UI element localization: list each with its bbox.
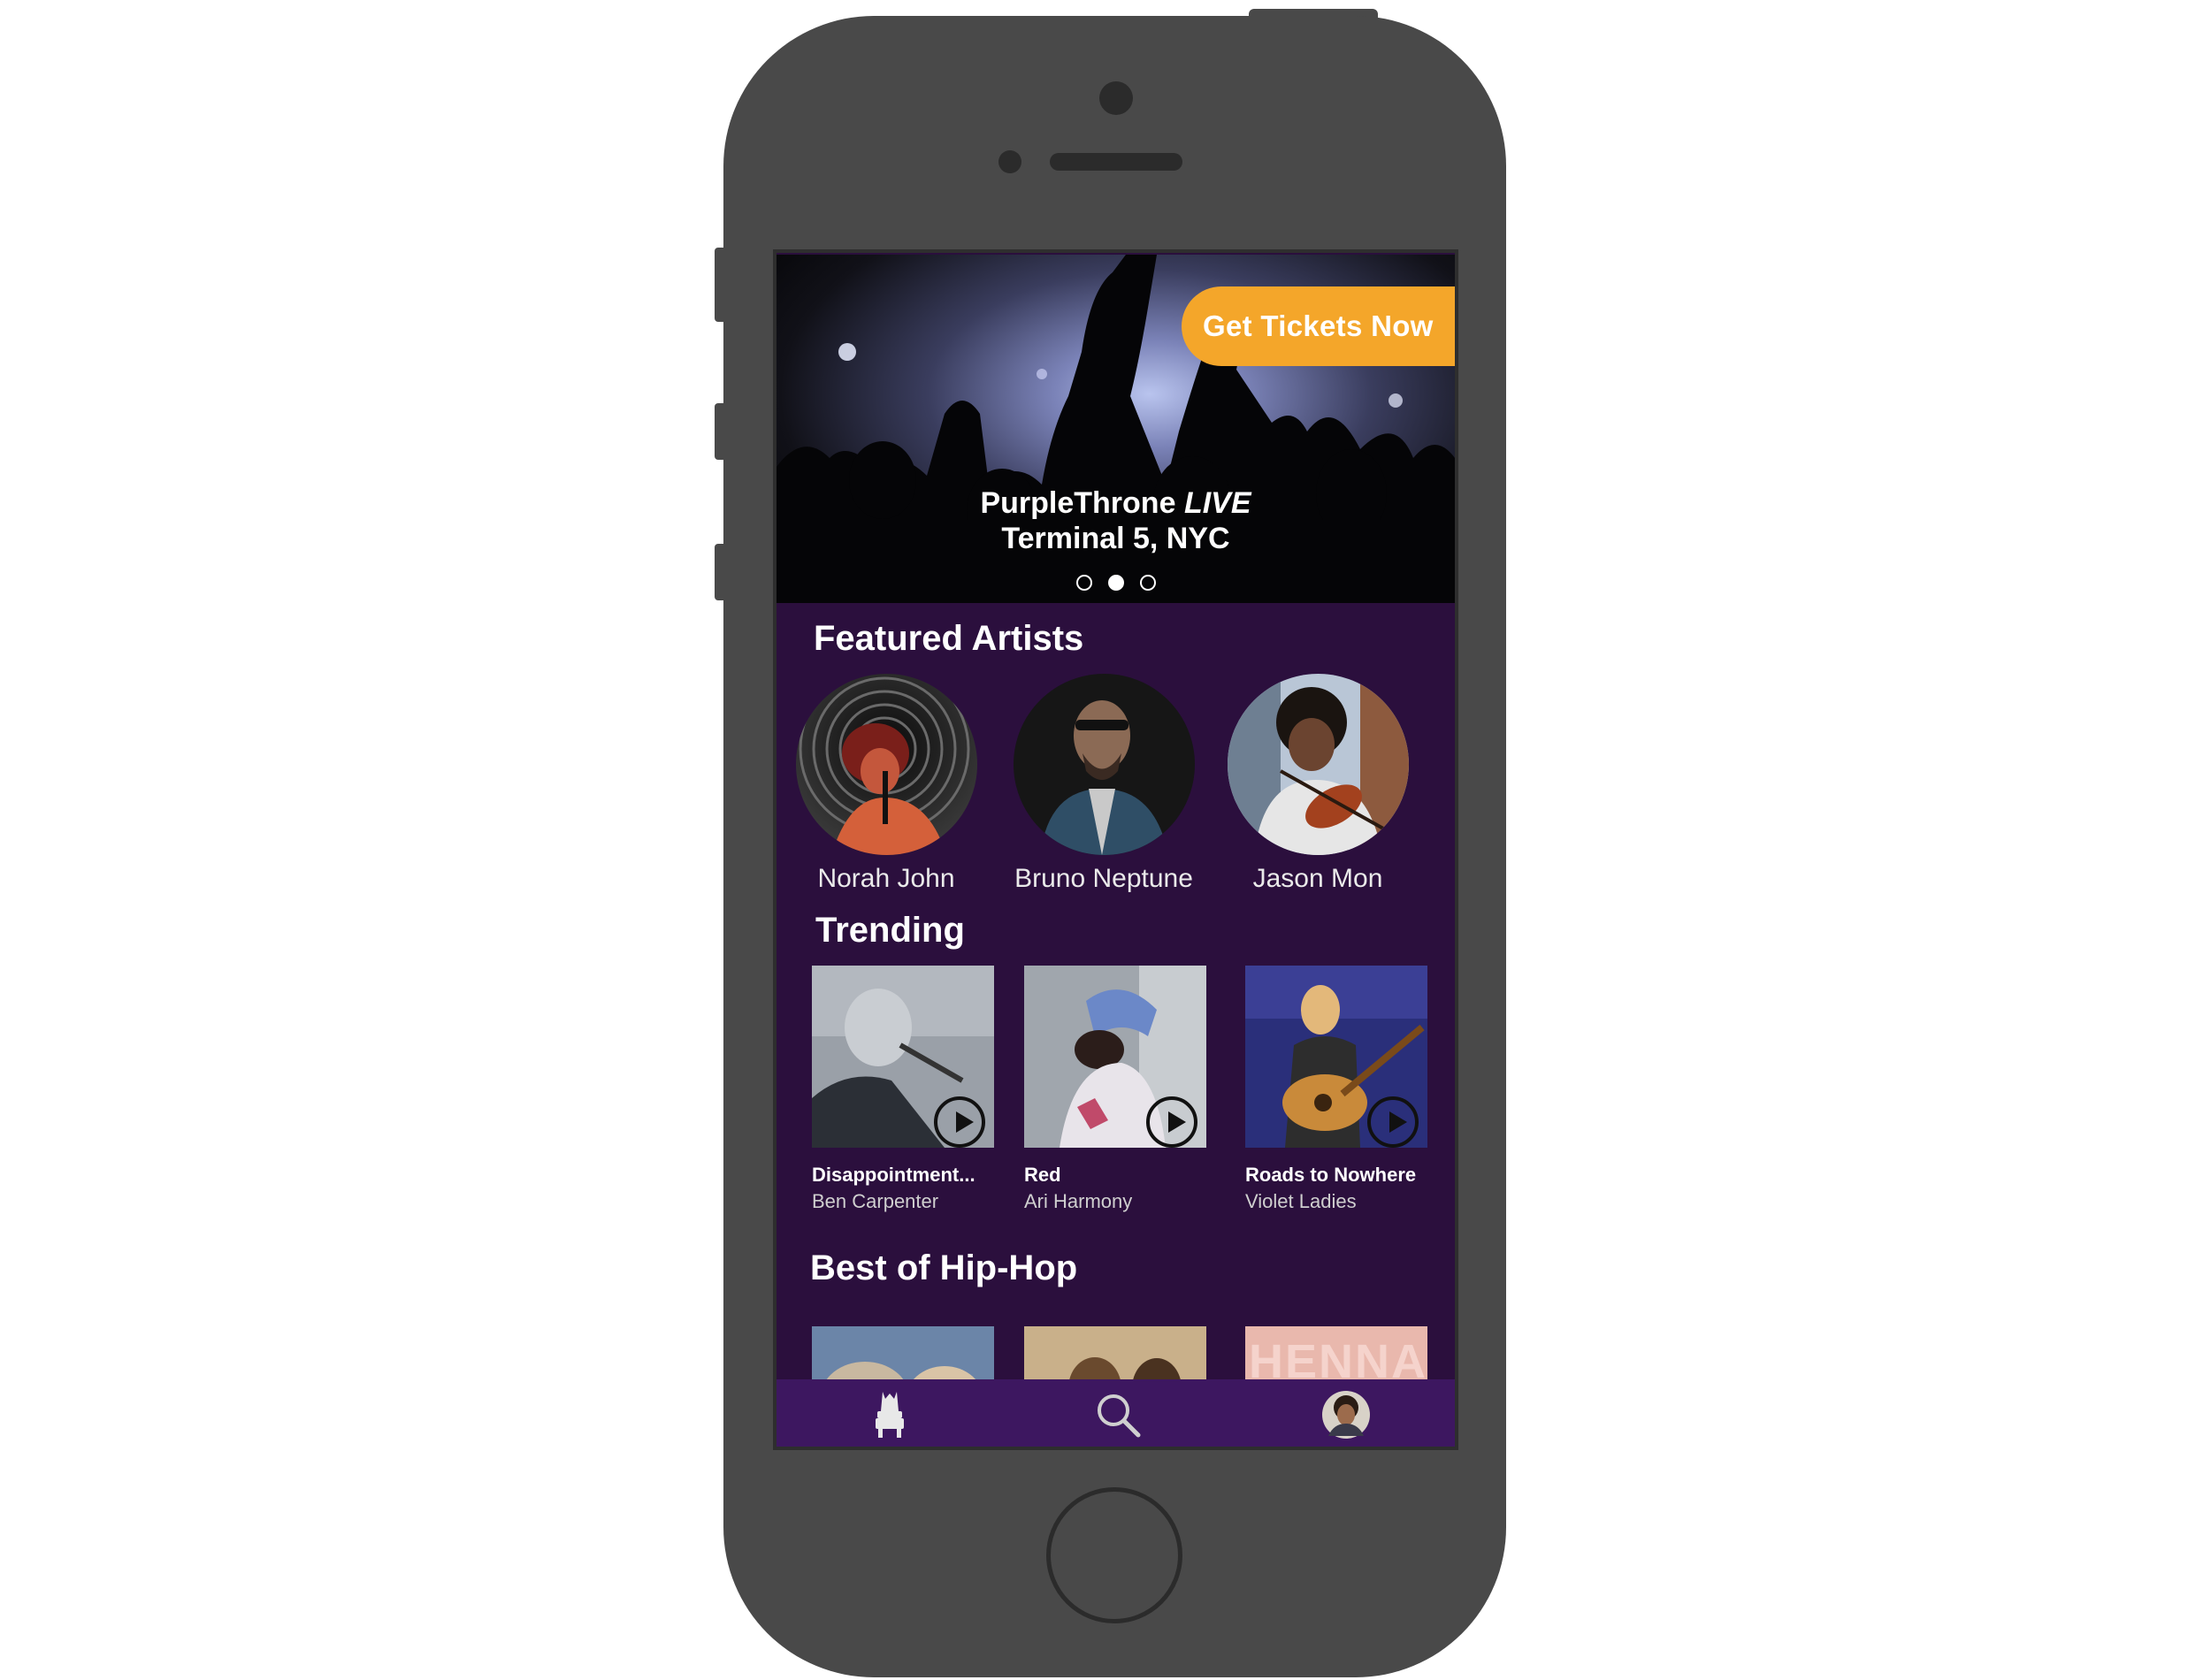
app-screen: Get Tickets Now PurpleThrone LIVE Termin… xyxy=(773,249,1458,1450)
event-name: PurpleThrone xyxy=(980,486,1176,520)
artist-name: Jason Mon xyxy=(1252,864,1383,893)
search-icon[interactable] xyxy=(1091,1388,1144,1441)
get-tickets-button[interactable]: Get Tickets Now xyxy=(1182,286,1455,366)
track-title: Roads to Nowhere xyxy=(1245,1164,1417,1186)
hero-banner[interactable]: Get Tickets Now PurpleThrone LIVE Termin… xyxy=(777,255,1455,603)
track-artist: Ben Carpenter xyxy=(812,1190,939,1212)
artist-avatar xyxy=(1013,674,1195,855)
trending-track[interactable]: Red Ari Harmony xyxy=(1024,966,1210,1213)
trending-heading: Trending xyxy=(815,911,965,950)
artist-card[interactable]: Jason Mon xyxy=(1212,674,1424,894)
artist-name: Norah John xyxy=(817,864,955,893)
artist-avatar xyxy=(795,674,977,855)
track-artist: Ari Harmony xyxy=(1024,1190,1133,1212)
trending-track[interactable]: Disappointment... Ben Carpenter xyxy=(812,966,998,1213)
track-thumbnail xyxy=(1245,966,1427,1148)
play-icon[interactable] xyxy=(1146,1096,1197,1148)
track-title: Disappointment... xyxy=(812,1164,975,1186)
play-icon[interactable] xyxy=(934,1096,985,1148)
carousel-dot-3[interactable] xyxy=(1139,575,1156,591)
event-venue: Terminal 5, NYC xyxy=(1001,522,1230,555)
carousel-dot-1[interactable] xyxy=(1075,575,1092,591)
artist-avatar xyxy=(1227,674,1409,855)
trending-track[interactable]: Roads to Nowhere Violet Ladies xyxy=(1245,966,1431,1213)
carousel-dot-2[interactable] xyxy=(1107,575,1124,591)
track-artist: Violet Ladies xyxy=(1245,1190,1357,1212)
carousel-indicator xyxy=(777,575,1455,591)
play-icon[interactable] xyxy=(1367,1096,1419,1148)
bottom-navigation xyxy=(777,1379,1455,1447)
proximity-sensor xyxy=(998,150,1021,173)
throne-icon[interactable] xyxy=(863,1388,916,1441)
event-tag: LIVE xyxy=(1183,486,1251,520)
hiphop-heading: Best of Hip-Hop xyxy=(810,1249,1078,1287)
earpiece-speaker xyxy=(1050,153,1182,171)
track-title: Red xyxy=(1024,1164,1061,1186)
event-title: PurpleThrone LIVE xyxy=(777,486,1455,521)
profile-avatar[interactable] xyxy=(1320,1388,1373,1441)
track-thumbnail xyxy=(812,966,994,1148)
artist-name: Bruno Neptune xyxy=(1014,864,1193,893)
artist-card[interactable]: Bruno Neptune xyxy=(998,674,1210,894)
track-thumbnail xyxy=(1024,966,1206,1148)
artist-card[interactable]: Norah John xyxy=(780,674,992,894)
front-camera xyxy=(1099,81,1133,115)
home-button[interactable] xyxy=(1046,1487,1182,1623)
featured-artists-heading: Featured Artists xyxy=(814,619,1084,658)
